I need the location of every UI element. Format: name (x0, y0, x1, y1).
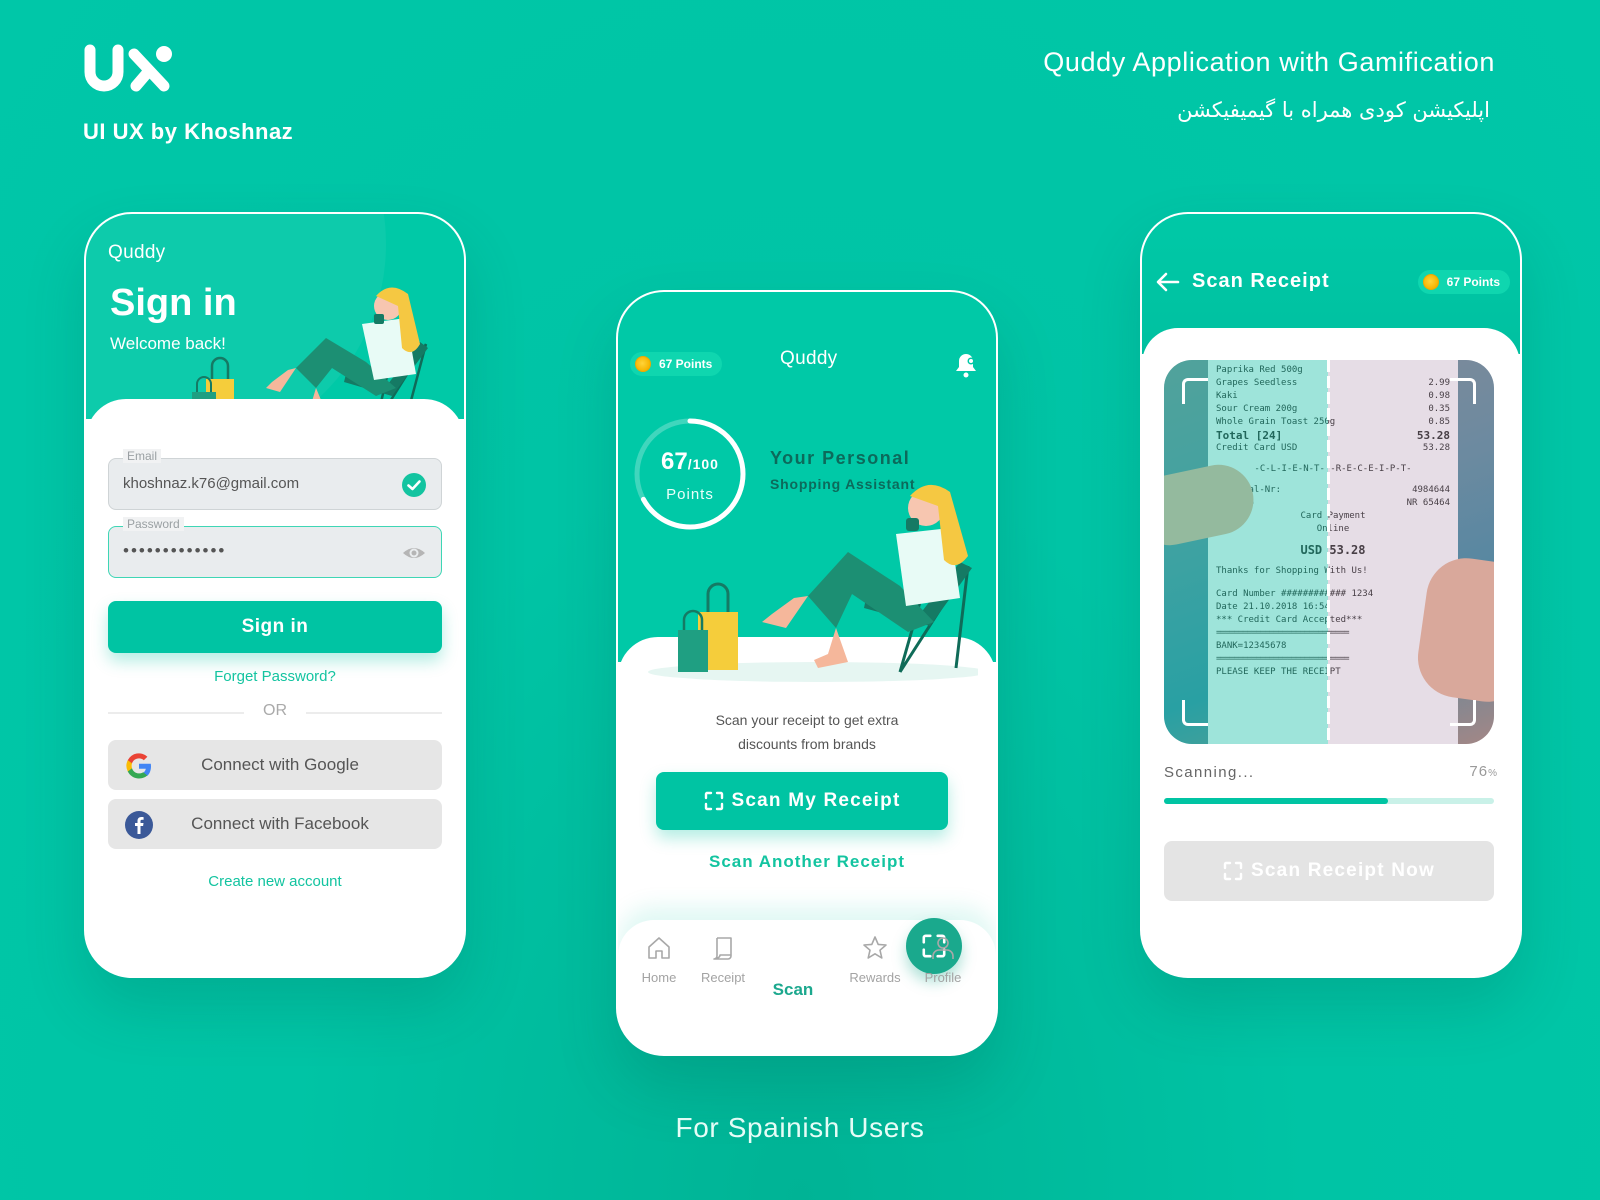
coin-icon (1422, 274, 1439, 290)
receipt-icon (713, 937, 732, 960)
create-account-link[interactable]: Create new account (86, 873, 464, 890)
scan-phone: Scan Receipt 67 Points Paprika Red 500g G… (1140, 212, 1522, 978)
user-icon (932, 937, 954, 959)
app-logo: Quddy (108, 242, 165, 264)
scan-my-receipt-button[interactable]: Scan My Receipt (656, 772, 948, 830)
footer-caption: For Spainish Users (675, 1112, 925, 1143)
tagline-heading: Your Personal (770, 448, 911, 468)
ux-logo-icon (84, 44, 172, 92)
forgot-password-link[interactable]: Forget Password? (86, 668, 464, 685)
home-phone: 67 Points Quddy 67/100 Points Your Perso… (616, 290, 998, 1056)
google-icon (126, 753, 151, 779)
password-label: Password (123, 517, 184, 531)
app-logo: Quddy (780, 348, 837, 370)
points-current: 67 (661, 448, 688, 475)
app-name: Quddy (108, 242, 166, 263)
password-value[interactable]: ••••••••••••• (123, 541, 226, 561)
coin-icon (635, 356, 651, 372)
frame-corner (1182, 700, 1208, 726)
scan-status-text: Scanning... (1164, 764, 1255, 781)
ux-logo (82, 44, 174, 94)
points-badge[interactable]: 67 Points (630, 352, 723, 376)
frame-corner (1182, 378, 1208, 404)
woman-relaxing-illustration (648, 484, 978, 682)
facebook-signin-button[interactable]: Connect with Facebook (108, 799, 442, 849)
unscanned-overlay (1328, 360, 1494, 744)
author-byline: UI UX by Khoshnaz (83, 119, 294, 144)
tab-rewards[interactable]: Rewards (840, 934, 910, 985)
eye-icon[interactable] (401, 540, 427, 566)
app-name: Quddy (780, 348, 838, 369)
tab-receipt[interactable]: Receipt (688, 934, 758, 985)
tab-label: Receipt (700, 970, 746, 985)
scan-progress-bar (1164, 798, 1494, 804)
scan-receipt-now-button[interactable]: Scan Receipt Now (1164, 841, 1494, 901)
points-badge[interactable]: 67 Points (1417, 270, 1510, 294)
scan-another-receipt-link[interactable]: Scan Another Receipt (618, 852, 996, 872)
scan-now-label: Scan Receipt Now (1251, 860, 1435, 881)
tab-home[interactable]: Home (624, 934, 694, 985)
progress-value: 76 (1469, 763, 1489, 780)
tab-label: Rewards (849, 970, 901, 985)
home-icon (648, 937, 670, 959)
tab-scan[interactable]: Scan (758, 918, 962, 1000)
signin-phone: Quddy Sign in Welcome back! Email khoshn… (84, 212, 466, 978)
email-value[interactable]: khoshnaz.k76@gmail.com (123, 475, 299, 492)
divider-line (306, 712, 442, 714)
email-field[interactable]: Email khoshnaz.k76@gmail.com (108, 449, 442, 510)
scan-frame-icon (704, 791, 723, 811)
star-icon (863, 936, 887, 959)
points-badge-label: 67 Points (1446, 275, 1500, 289)
frame-corner (1450, 700, 1476, 726)
password-field[interactable]: Password ••••••••••••• (108, 517, 442, 578)
scan-button-label: Scan My Receipt (731, 790, 901, 811)
scan-frame-icon (1223, 861, 1243, 881)
page-title: Scan Receipt (1192, 270, 1330, 292)
facebook-icon (125, 811, 153, 839)
points-badge-label: 67 Points (659, 357, 713, 371)
points-max: /100 (687, 456, 719, 472)
google-signin-button[interactable]: Connect with Google (108, 740, 442, 790)
description-line: Scan your receipt to get extra (715, 712, 899, 728)
scan-line (1327, 360, 1330, 744)
scan-progress-percent: 76% (1469, 763, 1498, 780)
tab-label: Profile (924, 970, 962, 985)
check-circle-icon (402, 473, 426, 497)
signin-button[interactable]: Sign in (108, 601, 442, 653)
google-button-label: Connect with Google (201, 755, 359, 774)
or-text: OR (263, 702, 287, 719)
tab-label: Scan (772, 980, 814, 999)
bottom-tab-bar: Home Receipt Scan Rewards Profile (618, 918, 996, 1054)
or-divider: OR (108, 702, 442, 722)
facebook-button-label: Connect with Facebook (191, 814, 369, 833)
scan-description: Scan your receipt to get extra discounts… (618, 708, 996, 756)
back-arrow-icon[interactable] (1156, 272, 1180, 292)
project-title: Quddy Application with Gamification (1043, 47, 1495, 77)
email-label: Email (123, 449, 162, 463)
frame-corner (1450, 378, 1476, 404)
progress-unit: % (1488, 768, 1498, 779)
project-title-persian: اپلیکیشن کودی همراه با گیمیفیکشن (1177, 98, 1490, 122)
notification-bell-icon[interactable] (954, 352, 978, 378)
description-line: discounts from brands (738, 736, 876, 752)
tab-profile[interactable]: Profile (908, 934, 978, 985)
scan-progress-fill (1164, 798, 1389, 804)
tab-label: Home (641, 970, 677, 985)
scanned-overlay (1164, 360, 1328, 744)
camera-preview: Paprika Red 500g Grapes Seedless 2.99 Kaki 0… (1164, 360, 1494, 744)
